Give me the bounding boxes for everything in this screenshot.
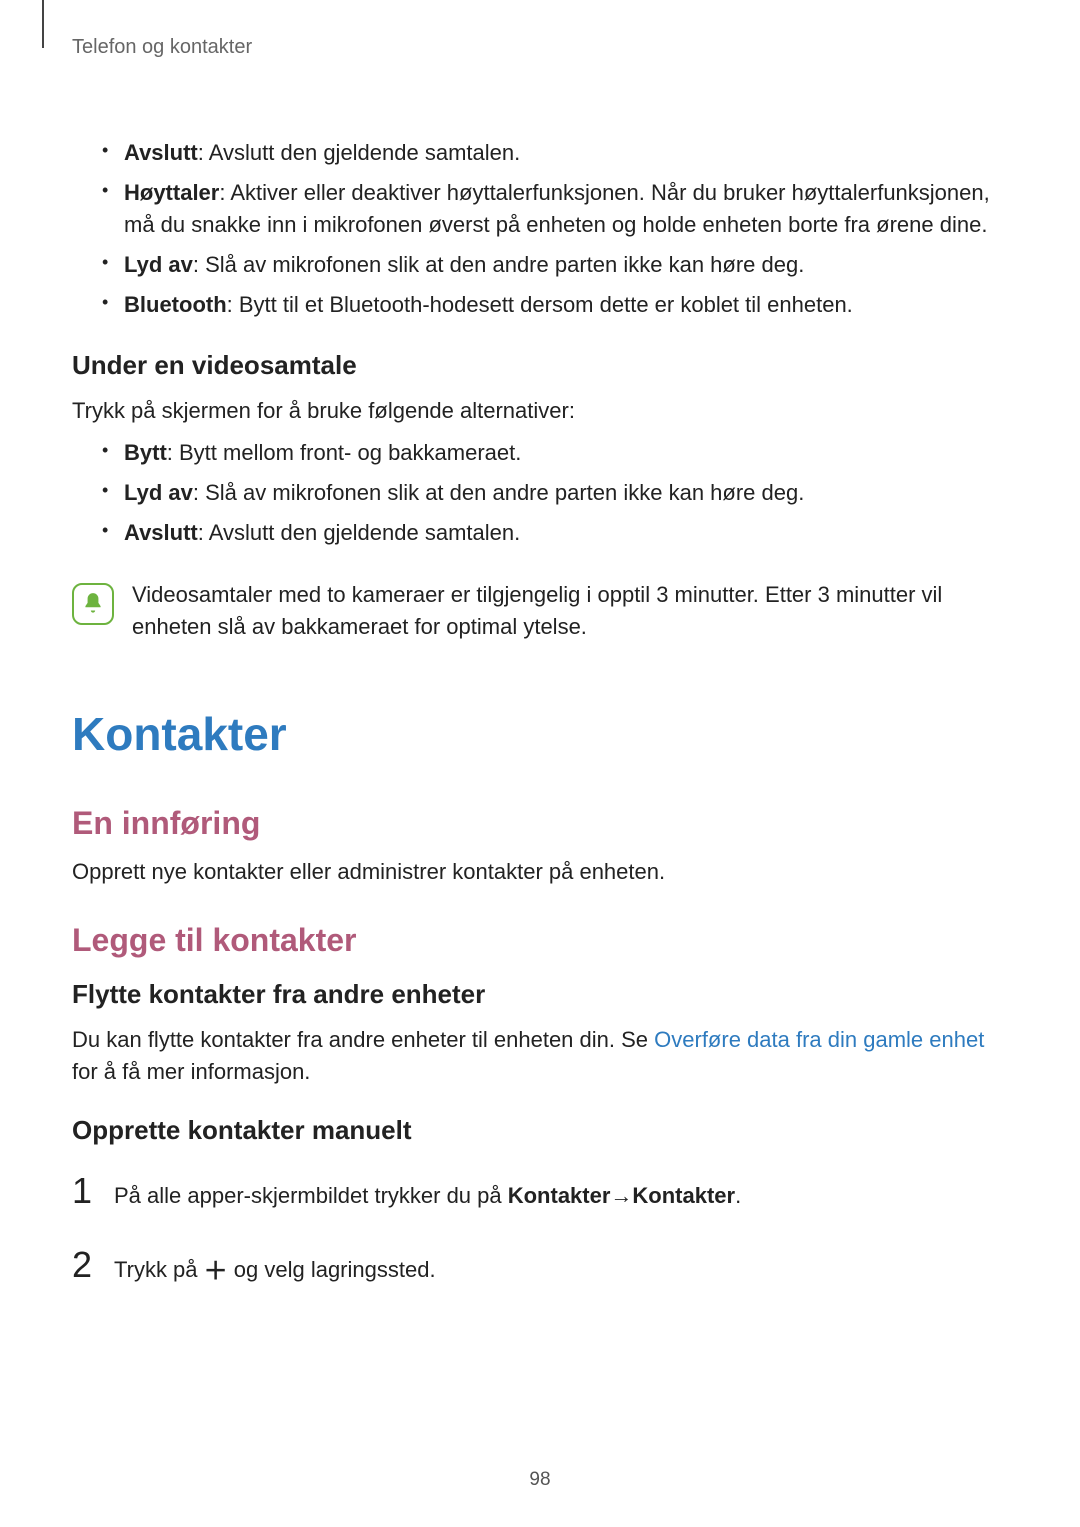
list-item-text: : Slå av mikrofonen slik at den andre pa… [193, 480, 804, 505]
video-call-intro: Trykk på skjermen for å bruke følgende a… [72, 395, 1008, 427]
step-text-part: På alle apper-skjermbildet trykker du på [114, 1183, 508, 1208]
list-item-text: : Bytt mellom front- og bakkameraet. [167, 440, 522, 465]
step-item: 1 På alle apper-skjermbildet trykker du … [72, 1162, 1008, 1220]
step-bold: Kontakter [508, 1183, 611, 1208]
plus-icon: ＋ [204, 1253, 228, 1291]
intro-heading: En innføring [72, 805, 1008, 842]
list-item-bold: Lyd av [124, 252, 193, 277]
list-item-text: : Bytt til et Bluetooth-hodesett dersom … [227, 292, 853, 317]
step-text: Trykk på ＋ og velg lagringssted. [114, 1252, 436, 1291]
video-call-heading: Under en videosamtale [72, 350, 1008, 381]
page-number: 98 [0, 1469, 1080, 1491]
list-item-bold: Avslutt [124, 140, 198, 165]
step-text-part: og velg lagringssted. [228, 1257, 436, 1282]
call-options-list: Avslutt: Avslutt den gjeldende samtalen.… [102, 137, 1008, 320]
arrow-icon: → [610, 1178, 632, 1213]
list-item: Bytt: Bytt mellom front- og bakkameraet. [102, 437, 1008, 469]
list-item-text: : Slå av mikrofonen slik at den andre pa… [193, 252, 804, 277]
list-item-bold: Avslutt [124, 520, 198, 545]
page-title: Kontakter [72, 707, 1008, 761]
list-item-bold: Bluetooth [124, 292, 227, 317]
body-text: Du kan flytte kontakter fra andre enhete… [72, 1027, 654, 1052]
list-item: Bluetooth: Bytt til et Bluetooth-hodeset… [102, 289, 1008, 321]
list-item: Lyd av: Slå av mikrofonen slik at den an… [102, 477, 1008, 509]
note-callout: Videosamtaler med to kameraer er tilgjen… [72, 579, 1008, 643]
steps-list: 1 På alle apper-skjermbildet trykker du … [72, 1162, 1008, 1293]
list-item: Lyd av: Slå av mikrofonen slik at den an… [102, 249, 1008, 281]
step-text: På alle apper-skjermbildet trykker du på… [114, 1178, 741, 1213]
manual-create-heading: Opprette kontakter manuelt [72, 1115, 1008, 1146]
step-text-part: . [735, 1183, 741, 1208]
list-item-text: : Aktiver eller deaktiver høyttalerfunks… [124, 180, 990, 237]
list-item: Høyttaler: Aktiver eller deaktiver høytt… [102, 177, 1008, 241]
step-number: 2 [72, 1236, 96, 1294]
list-item-bold: Bytt [124, 440, 167, 465]
body-text: for å få mer informasjon. [72, 1059, 310, 1084]
intro-body: Opprett nye kontakter eller administrer … [72, 856, 1008, 888]
breadcrumb: Telefon og kontakter [72, 36, 1008, 59]
video-options-list: Bytt: Bytt mellom front- og bakkameraet.… [102, 437, 1008, 549]
header-accent-line [42, 0, 44, 48]
note-text: Videosamtaler med to kameraer er tilgjen… [132, 579, 1008, 643]
step-bold: Kontakter [632, 1183, 735, 1208]
move-contacts-heading: Flytte kontakter fra andre enheter [72, 979, 1008, 1010]
list-item: Avslutt: Avslutt den gjeldende samtalen. [102, 137, 1008, 169]
step-number: 1 [72, 1162, 96, 1220]
list-item-bold: Høyttaler [124, 180, 219, 205]
list-item-text: : Avslutt den gjeldende samtalen. [198, 140, 520, 165]
page-content: Telefon og kontakter Avslutt: Avslutt de… [0, 0, 1080, 1294]
step-item: 2 Trykk på ＋ og velg lagringssted. [72, 1236, 1008, 1294]
move-contacts-body: Du kan flytte kontakter fra andre enhete… [72, 1024, 1008, 1088]
add-contacts-heading: Legge til kontakter [72, 922, 1008, 959]
list-item-bold: Lyd av [124, 480, 193, 505]
bell-icon [72, 583, 114, 625]
step-text-part: Trykk på [114, 1257, 204, 1282]
list-item-text: : Avslutt den gjeldende samtalen. [198, 520, 520, 545]
list-item: Avslutt: Avslutt den gjeldende samtalen. [102, 517, 1008, 549]
cross-reference-link[interactable]: Overføre data fra din gamle enhet [654, 1027, 984, 1052]
